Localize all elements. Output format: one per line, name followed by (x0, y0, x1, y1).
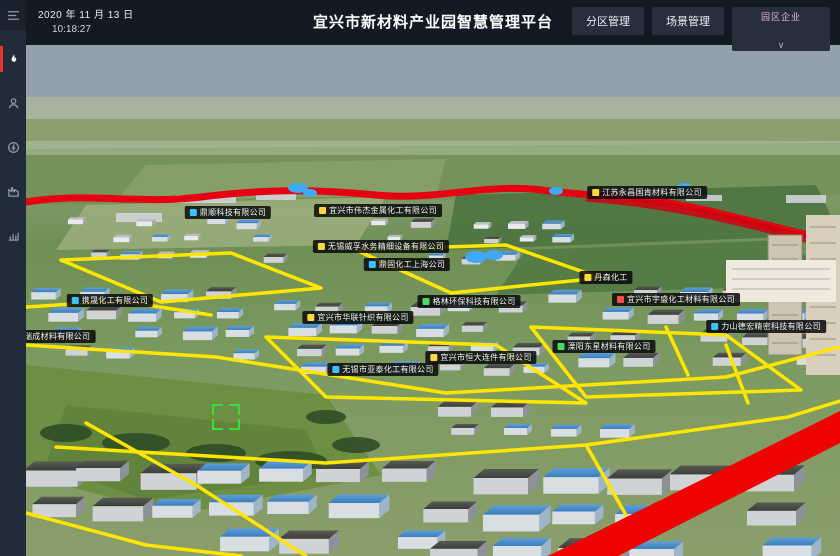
company-marker-icon (584, 274, 591, 281)
sidebar-item-fire[interactable] (0, 44, 26, 74)
map-company-label[interactable]: 溧阳东星材料有限公司 (553, 340, 656, 353)
bar-chart-icon (7, 229, 20, 242)
map-company-label[interactable]: 力山德宏精密科技有限公司 (706, 320, 826, 333)
zone-manage-button[interactable]: 分区管理 (572, 7, 644, 35)
company-name: 力山德宏精密科技有限公司 (721, 322, 821, 331)
company-marker-icon (430, 354, 437, 361)
company-name: 宜兴市宇盛化工材料有限公司 (627, 295, 735, 304)
map-company-label[interactable]: 鼎顺科技有限公司 (185, 206, 271, 219)
company-name: 格林环保科技有限公司 (433, 297, 516, 306)
map-company-label[interactable]: 鼎固化工上海公司 (364, 258, 450, 271)
map-company-label[interactable]: 宜兴市恒大连件有限公司 (425, 351, 536, 364)
factory-icon (7, 185, 20, 198)
map-company-label[interactable]: 宜兴市宇盛化工材料有限公司 (612, 293, 740, 306)
map-company-label[interactable]: 宜兴市华联针织有限公司 (302, 311, 413, 324)
company-name: 溧阳东星材料有限公司 (568, 342, 651, 351)
left-sidebar (0, 0, 26, 556)
company-name: 宜兴市恒大连件有限公司 (440, 353, 531, 362)
company-name: 新瑞成材料有限公司 (26, 332, 90, 341)
company-marker-icon (558, 343, 565, 350)
map-company-label[interactable]: 无锡市亚泰化工有限公司 (327, 363, 438, 376)
company-marker-icon (190, 209, 197, 216)
company-marker-icon (332, 366, 339, 373)
menu-icon[interactable] (0, 0, 26, 30)
sidebar-item-factory[interactable] (0, 176, 26, 206)
map-company-label[interactable]: 无锡威孚水务精细设备有限公司 (313, 240, 449, 253)
target-reticle (212, 404, 240, 430)
map-company-label[interactable]: 格林环保科技有限公司 (418, 295, 521, 308)
company-marker-icon (423, 298, 430, 305)
company-name: 江苏永昌国肯材料有限公司 (602, 188, 702, 197)
company-marker-icon (307, 314, 314, 321)
map-company-label[interactable]: 丹森化工 (579, 271, 632, 284)
company-marker-icon (711, 323, 718, 330)
company-name: 鼎固化工上海公司 (379, 260, 445, 269)
map-company-label[interactable]: 江苏永昌国肯材料有限公司 (587, 186, 707, 199)
sidebar-item-worker[interactable] (0, 88, 26, 118)
company-marker-icon (319, 207, 326, 214)
map-company-label[interactable]: 新瑞成材料有限公司 (26, 330, 95, 343)
company-name: 宜兴市华联针织有限公司 (317, 313, 408, 322)
company-marker-icon (617, 296, 624, 303)
company-marker-icon (369, 261, 376, 268)
company-marker-icon (592, 189, 599, 196)
company-name: 丹森化工 (594, 273, 627, 282)
fire-icon (7, 53, 20, 66)
sidebar-item-power[interactable] (0, 132, 26, 162)
scene-manage-button[interactable]: 场景管理 (652, 7, 724, 35)
chevron-down-icon: ∨ (742, 41, 820, 49)
company-name: 携晟化工有限公司 (82, 296, 148, 305)
dropdown-label: 园区企业 (742, 10, 820, 23)
power-icon (7, 141, 20, 154)
map-3d-viewport[interactable]: 鼎顺科技有限公司 宜兴市伟杰金属化工有限公司无锡威孚水务精细设备有限公司鼎固化工上… (26, 45, 840, 556)
map-company-label[interactable]: 宜兴市伟杰金属化工有限公司 (314, 204, 442, 217)
company-name: 鼎顺科技有限公司 (200, 208, 266, 217)
company-name: 宜兴市伟杰金属化工有限公司 (329, 206, 437, 215)
top-header: 2020 年 11 月 13 日 10:18:27 宜兴市新材料产业园智慧管理平… (26, 0, 840, 45)
worker-icon (7, 97, 20, 110)
company-marker-icon (72, 297, 79, 304)
company-name: 无锡市亚泰化工有限公司 (342, 365, 433, 374)
park-enterprise-dropdown[interactable]: 园区企业 ∨ (732, 7, 830, 51)
sidebar-item-statistics[interactable] (0, 220, 26, 250)
company-name: 无锡威孚水务精细设备有限公司 (328, 242, 444, 251)
company-marker-icon (318, 243, 325, 250)
map-company-label[interactable]: 携晟化工有限公司 (67, 294, 153, 307)
